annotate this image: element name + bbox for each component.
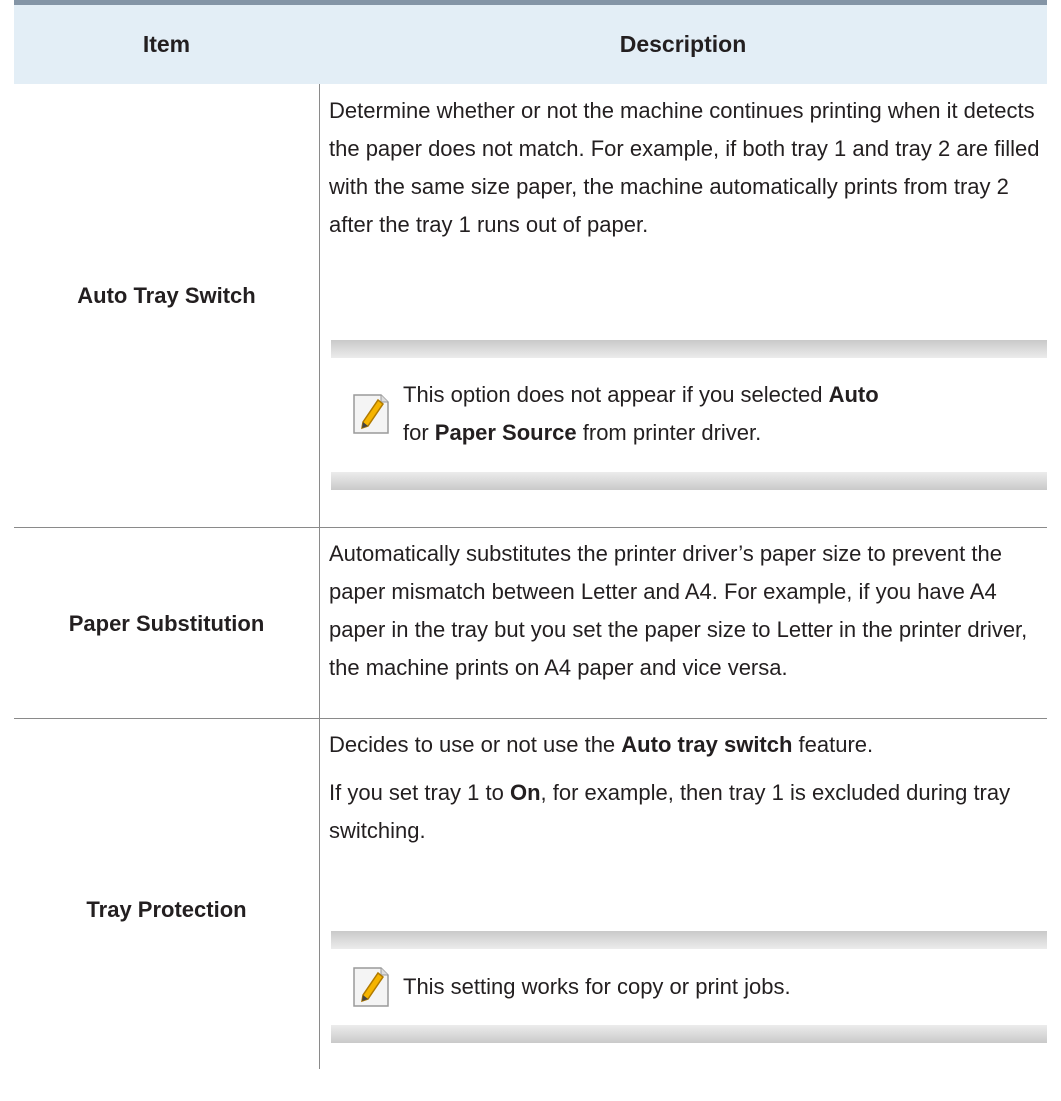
note-box: This option does not appear if you selec… bbox=[331, 340, 1047, 490]
row-description: Automatically substitutes the printer dr… bbox=[329, 535, 1049, 687]
table-row: Auto Tray Switch Determine whether or no… bbox=[14, 84, 1047, 528]
note-band-bottom bbox=[331, 1025, 1047, 1043]
description-paragraph-2: If you set tray 1 to On, for example, th… bbox=[329, 780, 1011, 843]
table-row: Paper Substitution Automatically substit… bbox=[14, 528, 1047, 719]
row-description: Decides to use or not use the Auto tray … bbox=[329, 726, 1049, 850]
table-row: Tray Protection Decides to use or not us… bbox=[14, 719, 1047, 1069]
header-item: Item bbox=[142, 31, 191, 57]
description-paragraph-1: Decides to use or not use the Auto tray … bbox=[329, 732, 874, 757]
note-band-top bbox=[331, 340, 1047, 358]
note-pencil-icon bbox=[351, 965, 391, 1009]
note-pencil-icon bbox=[351, 392, 391, 436]
row-item-label: Paper Substitution bbox=[68, 610, 265, 636]
description-text: Determine whether or not the machine con… bbox=[329, 98, 1040, 237]
note-box: This setting works for copy or print job… bbox=[331, 931, 1047, 1043]
row-item-label: Auto Tray Switch bbox=[77, 283, 256, 308]
note-band-bottom bbox=[331, 472, 1047, 490]
settings-table: Item Description Auto Tray Switch Determ… bbox=[14, 0, 1061, 1069]
note-text: This option does not appear if you selec… bbox=[403, 382, 879, 445]
row-description: Determine whether or not the machine con… bbox=[329, 92, 1049, 244]
description-text: Automatically substitutes the printer dr… bbox=[329, 541, 1028, 680]
note-text: This setting works for copy or print job… bbox=[403, 974, 791, 999]
row-item-label: Tray Protection bbox=[86, 897, 247, 922]
table-header: Item Description bbox=[14, 0, 1047, 84]
note-band-top bbox=[331, 931, 1047, 949]
header-description: Description bbox=[619, 31, 747, 57]
